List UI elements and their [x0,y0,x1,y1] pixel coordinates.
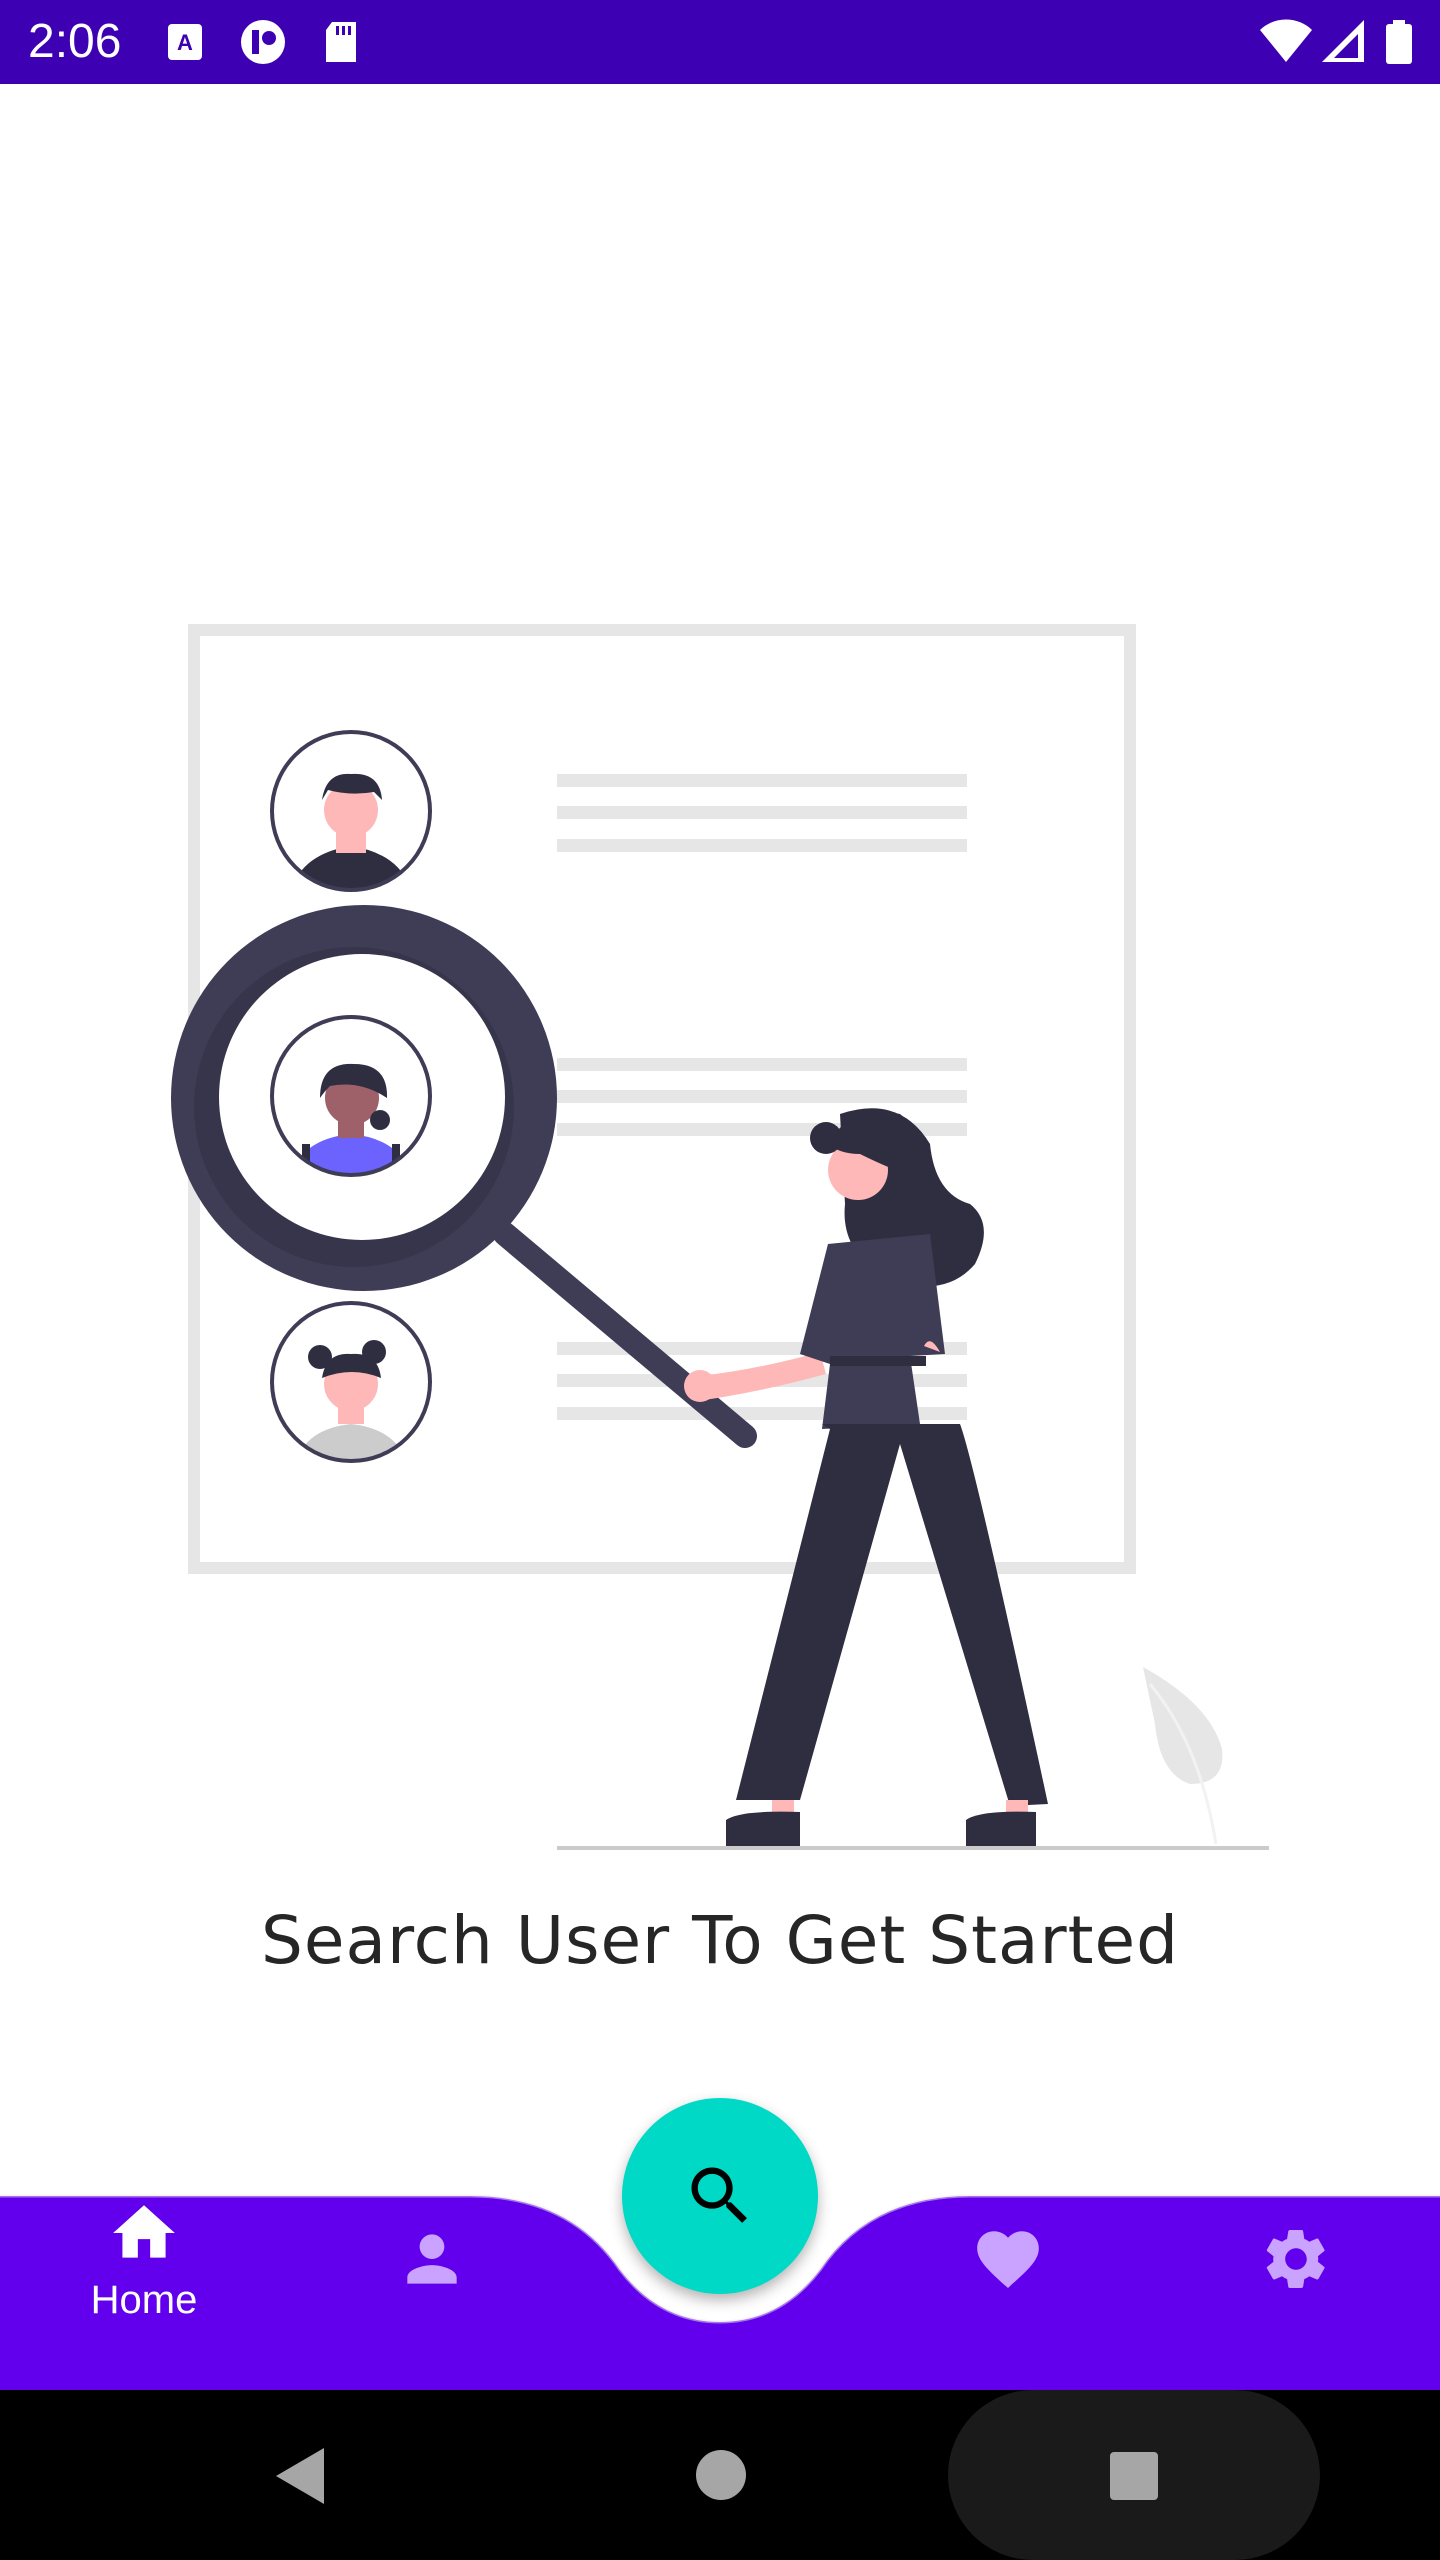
sd-card-icon [326,22,356,62]
avatar-man [270,730,432,892]
record-icon [241,20,285,64]
status-time: 2:06 [28,15,122,68]
status-bar: 2:06 A [0,0,1440,84]
avatar-girl [270,1301,432,1463]
heart-icon [977,2231,1039,2288]
wifi-icon [1260,19,1312,62]
nav-item-favorites[interactable] [918,2222,1098,2372]
gear-icon [1266,2230,1325,2288]
system-navigation-bar [0,2390,1440,2560]
font-a-icon: A [168,24,202,60]
home-circle-icon[interactable] [694,2448,748,2502]
home-icon [113,2205,175,2258]
status-right-icons [1258,18,1418,66]
search-icon [691,2167,747,2223]
nav-item-home[interactable]: Home [54,2196,234,2346]
battery-icon [1386,20,1412,64]
nav-item-profile[interactable] [342,2222,522,2372]
leaf-graphic [1143,1667,1223,1845]
search-fab[interactable] [622,2098,818,2294]
nav-item-settings[interactable] [1206,2222,1386,2372]
recents-icon[interactable] [1108,2450,1160,2502]
svg-text:A: A [177,30,193,55]
back-icon[interactable] [270,2444,330,2508]
main-content: Search User To Get Started [0,84,1440,2196]
cell-signal-icon [1322,20,1364,62]
nav-label-home: Home [90,2278,198,2322]
search-users-illustration [171,624,1269,1850]
person-icon [407,2234,457,2284]
empty-state-headline: Search User To Get Started [261,1902,1179,1979]
